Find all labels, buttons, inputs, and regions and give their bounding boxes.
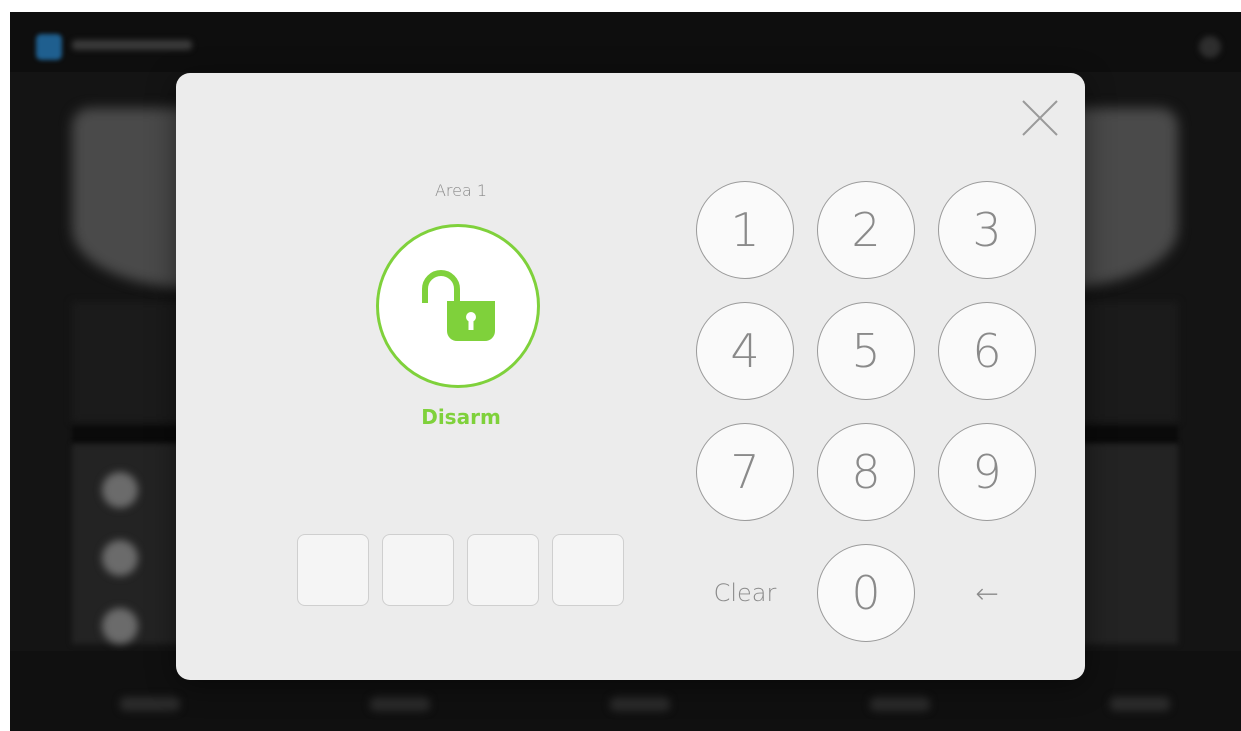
background-list-icon [102, 540, 138, 576]
key-0[interactable]: 0 [817, 544, 915, 642]
key-7[interactable]: 7 [696, 423, 794, 521]
close-icon [1022, 100, 1058, 136]
key-5[interactable]: 5 [817, 302, 915, 400]
background-tab [870, 697, 930, 711]
code-entry [297, 534, 624, 606]
background-tab [1110, 697, 1170, 711]
code-digit-slot [382, 534, 454, 606]
background-list-icon [102, 472, 138, 508]
area-label: Area 1 [434, 181, 488, 200]
background-menu [1199, 36, 1221, 58]
background-tab [370, 697, 430, 711]
background-tab [120, 697, 180, 711]
key-8[interactable]: 8 [817, 423, 915, 521]
disarm-dialog: Area 1 Disarm 1 2 3 4 5 6 7 8 9 Clear 0 … [176, 73, 1085, 680]
key-6[interactable]: 6 [938, 302, 1036, 400]
code-digit-slot [552, 534, 624, 606]
code-digit-slot [467, 534, 539, 606]
numeric-keypad: 1 2 3 4 5 6 7 8 9 Clear 0 ← [696, 181, 1040, 642]
backspace-button[interactable]: ← [938, 544, 1036, 642]
key-1[interactable]: 1 [696, 181, 794, 279]
background-list-icon [102, 608, 138, 644]
code-digit-slot [297, 534, 369, 606]
disarm-label: Disarm [421, 405, 501, 429]
background-tab [610, 697, 670, 711]
unlocked-padlock-icon [422, 270, 495, 341]
background-title [72, 40, 192, 50]
key-2[interactable]: 2 [817, 181, 915, 279]
clear-button[interactable]: Clear [696, 544, 794, 642]
key-4[interactable]: 4 [696, 302, 794, 400]
key-9[interactable]: 9 [938, 423, 1036, 521]
background-logo [36, 34, 62, 60]
key-3[interactable]: 3 [938, 181, 1036, 279]
close-button[interactable] [1019, 97, 1061, 139]
background-top-bar [10, 12, 1241, 72]
disarm-button[interactable] [376, 224, 540, 388]
